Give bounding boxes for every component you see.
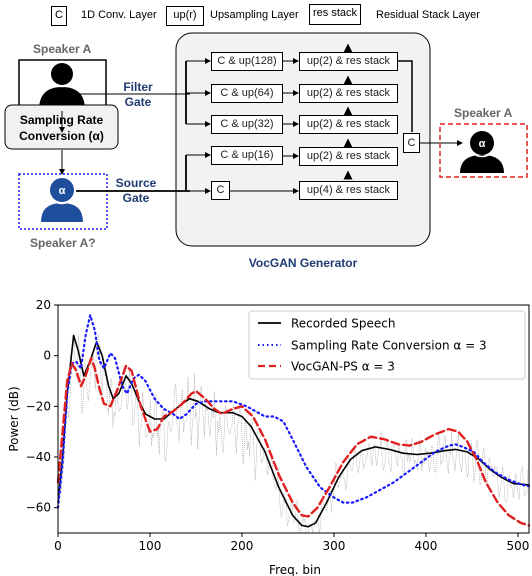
conv-source-block: C <box>211 181 230 200</box>
legend-conv-symbol: C <box>51 6 67 26</box>
filter-gate-label-line2: Gate <box>124 95 152 109</box>
x-tick-label: 200 <box>231 539 254 553</box>
legend-upsampling-symbol: up(r) <box>166 6 204 26</box>
source-gate-label-line2: Gate <box>122 191 150 205</box>
up4-res-stack-block-2: up(4) & res stack <box>299 181 398 200</box>
up2-res-stack-block-2: up(2) & res stack <box>299 84 398 103</box>
speaker-a-input-label: Speaker A <box>33 42 92 56</box>
legend-upsampling-label: Upsampling Layer <box>210 9 299 21</box>
x-tick-label: 400 <box>415 539 438 553</box>
y-tick-label: −40 <box>26 450 51 464</box>
y-tick-label: −60 <box>26 501 51 515</box>
generator-title: VocGAN Generator <box>248 256 358 270</box>
source-gate-label: Source Gate <box>111 176 161 206</box>
y-tick-label: 0 <box>43 349 51 363</box>
legend-conv-label: 1D Conv. Layer <box>81 9 157 21</box>
conv-up128-block: C & up(128) <box>211 52 283 71</box>
legend-recorded-label: Recorded Speech <box>291 317 395 331</box>
output-conv-block: C <box>403 133 420 153</box>
legend-res-stack-label: Residual Stack Layer <box>376 9 480 21</box>
power-spectrum-chart: 0 100 200 300 400 500200−20−40−60 Power (dB) … <box>7 298 531 576</box>
up2-res-stack-block-4: up(2) & res stack <box>299 147 398 166</box>
legend-src-label: Sampling Rate Conversion α = 3 <box>291 339 487 353</box>
legend-vocgan-label: VocGAN-PS α = 3 <box>291 360 395 374</box>
y-axis-label: Power (dB) <box>7 386 21 451</box>
filter-gate-label: Filter Gate <box>118 80 158 110</box>
sampling-rate-conversion-label: Sampling Rate Conversion (α) <box>5 112 118 144</box>
x-axis-label: Freq. bin <box>269 563 321 576</box>
conv-up64-block: C & up(64) <box>211 84 283 103</box>
src-label-line1: Sampling Rate <box>19 113 104 127</box>
svg-text:α: α <box>479 138 486 150</box>
legend-res-stack-symbol: res stack <box>309 4 361 25</box>
x-tick-label: 100 <box>139 539 162 553</box>
speaker-a-converted-label: Speaker A? <box>30 236 96 250</box>
y-tick-label: −20 <box>26 399 51 413</box>
x-tick-label: 500 <box>507 539 530 553</box>
y-tick-label: 20 <box>36 298 51 312</box>
svg-text:α: α <box>59 185 66 197</box>
up2-res-stack-block-1: up(2) & res stack <box>299 52 398 71</box>
speaker-a-output-label: Speaker A <box>454 106 513 120</box>
conv-up32-block: C & up(32) <box>211 115 283 134</box>
src-label-line2: Conversion (α) <box>19 129 104 143</box>
filter-gate-label-line1: Filter <box>123 80 153 94</box>
x-tick-label: 0 <box>54 539 62 553</box>
conv-up16-block: C & up(16) <box>211 146 283 165</box>
speaker-alpha-blue-icon: α <box>41 175 83 222</box>
speaker-alpha-black-icon: α <box>460 128 504 173</box>
x-tick-label: 300 <box>323 539 346 553</box>
source-gate-label-line1: Source <box>115 176 157 190</box>
up2-res-stack-block-3: up(2) & res stack <box>299 115 398 134</box>
